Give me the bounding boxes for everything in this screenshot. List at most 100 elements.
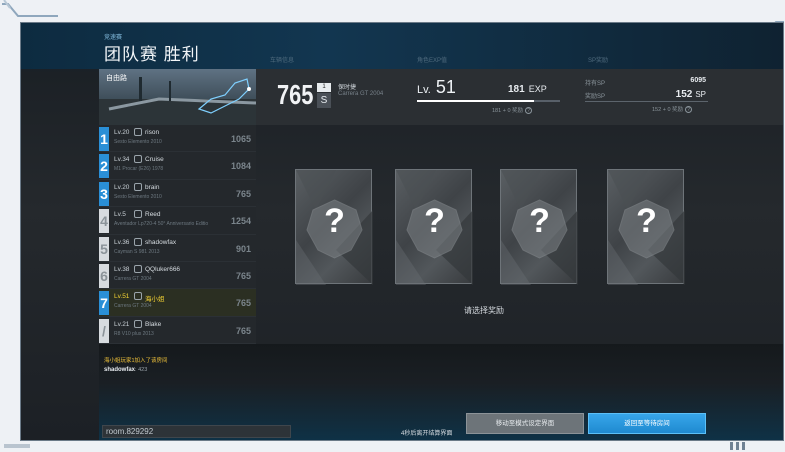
page-title: 团队赛 胜利 [104, 45, 200, 64]
ranking-row[interactable]: 1 Lv.20 rison Sesto Elemento 2010 1065 [99, 125, 256, 153]
player-name: rison [145, 129, 160, 136]
chat-message: shadowfax: 423 [104, 367, 147, 373]
player-score: 901 [235, 243, 251, 254]
player-car: Cayman S 981 2013 [114, 248, 160, 255]
player-car: Sesto Elemento 2010 [114, 193, 162, 200]
go-to-mode-settings-button[interactable]: 移动至模式设定界面 [466, 413, 584, 434]
player-level: Lv.21 [114, 320, 130, 328]
column-header-exp: 角色EXP值 [417, 58, 448, 64]
exp-gain-text: 181 + 0 奖励 [492, 108, 524, 114]
player-level: Lv.20 [114, 183, 130, 191]
player-score: 765 [235, 188, 251, 199]
corner-decoration [730, 442, 745, 450]
column-header-vehicle: 车辆信息 [270, 58, 295, 64]
rank-number: 7 [99, 291, 109, 316]
rank-number: / [99, 318, 109, 343]
player-level: Lv.5 [114, 211, 126, 219]
card-symbol: ? [529, 202, 550, 240]
player-score: 765 [235, 270, 251, 281]
player-avatar-icon [134, 182, 142, 191]
player-level: Lv.34 [114, 156, 130, 164]
sp-gain-text: 152 + 0 奖励 [652, 107, 684, 113]
ranking-row[interactable]: / Lv.21 Blake R8 V10 plus 2013 765 [99, 316, 256, 345]
player-level: Lv.36 [114, 238, 130, 246]
player-car: Carrera GT 2004 [114, 275, 152, 282]
bottom-bar: 海小姐玩家1加入了该房间 shadowfax: 423 room.829292 … [99, 344, 783, 440]
player-score: 1065 [230, 134, 251, 144]
exp-readout: 181 EXP [508, 84, 547, 95]
room-input[interactable]: room.829292 [102, 425, 291, 438]
help-icon[interactable]: ? [525, 107, 533, 114]
player-score: 765 [235, 298, 251, 309]
player-avatar-icon [134, 210, 142, 219]
reward-card[interactable]: ? [395, 169, 473, 285]
sp-have-label: 持有SP [585, 81, 606, 87]
chat-user: shadowfax [104, 367, 136, 373]
card-symbol: ? [424, 202, 445, 240]
reward-card[interactable]: ? [607, 169, 685, 285]
player-name: QQluker666 [145, 265, 181, 273]
reward-card[interactable]: ? [295, 169, 373, 285]
ranking-row[interactable]: 2 Lv.34 Cruise M1 Procar (E26) 1978 1084 [99, 152, 256, 180]
ranking-panel: 自由路 1 Lv.20 rison Sesto Elemento 2010 1065 2 L… [99, 69, 256, 345]
player-car: Sesto Elemento 2010 [114, 139, 162, 145]
rank-number: 1 [99, 127, 109, 151]
screen: 竞速赛 团队赛 胜利 车辆信息 角色EXP值 SP奖励 自由路 1 Lv.20 ri… [0, 0, 785, 452]
leave-countdown: 4秒后离开结算界面 [401, 431, 453, 437]
sp-gain: 152 + 0 奖励? [652, 105, 693, 113]
rank-number: 4 [99, 209, 109, 234]
rank-grade-badge: S [317, 93, 331, 108]
player-name: shadowfax [145, 238, 177, 246]
ranking-row[interactable]: 4 Lv.5 Reed Aventador Lp720-4 50° Anniversa… [99, 207, 256, 235]
player-level: Lv. 51 [417, 77, 456, 98]
track-name: 自由路 [106, 75, 127, 82]
rank-number: 2 [99, 154, 109, 179]
return-to-waiting-room-button[interactable]: 返回至等待房间 [588, 413, 706, 434]
player-car: Carrera GT 2004 [114, 303, 152, 310]
sp-have-value: 6095 [690, 77, 706, 84]
exp-progress-bar [417, 100, 560, 102]
track-preview: 自由路 [99, 69, 256, 125]
player-score: 1084 [230, 161, 251, 172]
player-score: 765 [235, 325, 251, 336]
stats-panel: 765 1 S 保时捷 Carrera GT 2004 Lv. 51 181 EX… [256, 69, 783, 125]
reward-prompt: 请选择奖励 [464, 306, 504, 315]
player-avatar-icon [134, 292, 142, 301]
ranking-row[interactable]: 7 Lv.51 海小姐 Carrera GT 2004 765 [99, 289, 256, 317]
player-name: Blake [145, 320, 162, 328]
rank-number: 3 [99, 181, 109, 206]
exp-unit: EXP [528, 84, 547, 94]
player-name: brain [145, 183, 160, 191]
level-value: 51 [435, 77, 456, 97]
exp-value: 181 [508, 84, 525, 95]
ranking-list: 1 Lv.20 rison Sesto Elemento 2010 1065 2 Lv.34… [99, 125, 256, 345]
player-name: Reed [145, 211, 161, 219]
player-level: Lv.20 [114, 129, 130, 136]
sp-divider [585, 101, 708, 102]
card-symbol: ? [636, 202, 657, 240]
sp-reward-value: 152 [675, 89, 693, 100]
player-score: 1254 [230, 216, 251, 227]
corner-decoration [4, 444, 30, 448]
ranking-row[interactable]: 3 Lv.20 brain Sesto Elemento 2010 765 [99, 179, 256, 208]
exp-gain: 181 + 0 奖励? [492, 106, 533, 114]
rank-number: 5 [99, 236, 109, 261]
player-avatar-icon [134, 319, 142, 328]
result-window: 竞速赛 团队赛 胜利 车辆信息 角色EXP值 SP奖励 自由路 1 Lv.20 ri… [20, 22, 784, 441]
player-avatar-icon [134, 128, 142, 136]
reward-card[interactable]: ? [500, 169, 578, 285]
player-car: M1 Procar (E26) 1978 [114, 166, 164, 173]
help-icon[interactable]: ? [685, 106, 693, 113]
sp-unit: SP [695, 90, 706, 99]
exp-progress-fill [417, 100, 535, 102]
player-name: Cruise [145, 156, 164, 164]
player-name: 海小姐 [145, 296, 165, 304]
car-model: Carrera GT 2004 [338, 91, 384, 97]
rank-position: 1 [317, 83, 331, 92]
player-avatar-icon [134, 264, 142, 273]
ranking-row[interactable]: 5 Lv.36 shadowfax Cayman S 981 2013 901 [99, 234, 256, 262]
player-car: R8 V10 plus 2013 [114, 330, 154, 337]
ranking-row[interactable]: 6 Lv.38 QQluker666 Carrera GT 2004 765 [99, 261, 256, 290]
rank-number: 6 [99, 263, 109, 288]
column-header-sp: SP奖励 [588, 58, 609, 64]
